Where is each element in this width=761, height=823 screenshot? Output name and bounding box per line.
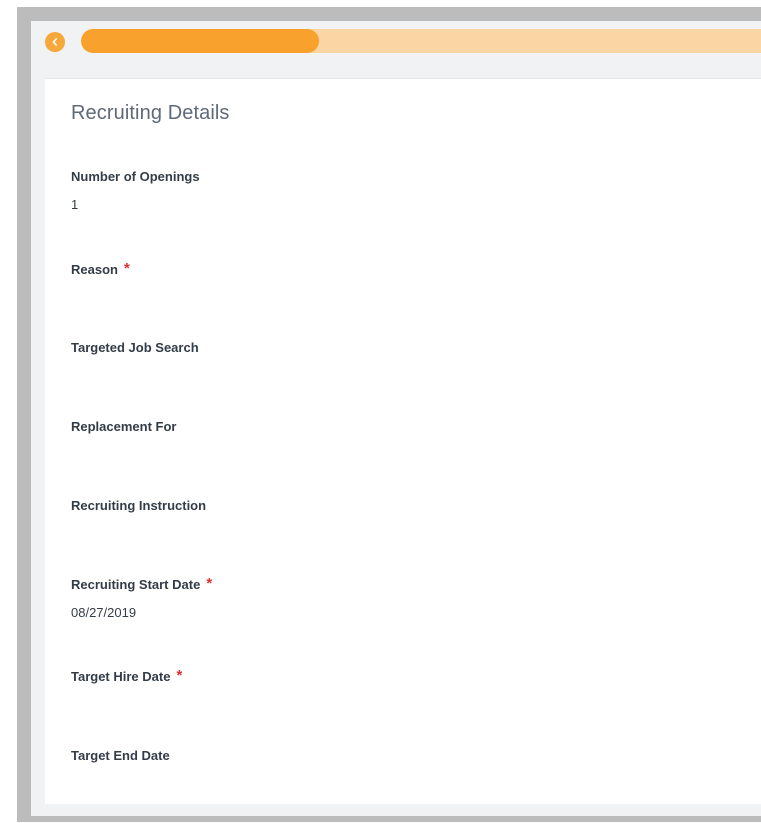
chevron-left-icon [52,38,57,46]
field-label: Reason * [71,260,130,277]
field-targeted-job-search: Targeted Job Search [71,340,199,355]
field-label-text: Number of Openings [71,169,200,184]
number-of-openings-value[interactable]: 1 [71,197,200,212]
field-label: Replacement For [71,419,176,434]
field-label: Target Hire Date * [71,667,183,684]
field-replacement-for: Replacement For [71,419,176,434]
field-target-hire-date: Target Hire Date * [71,667,183,684]
section-title: Recruiting Details [71,102,230,124]
recruiting-start-date-value[interactable]: 08/27/2019 [71,605,212,620]
task-window: Recruiting Details Number of Openings 1 … [31,21,761,816]
required-asterisk: * [206,575,213,592]
progress-header [31,21,761,75]
field-label: Recruiting Start Date * [71,575,213,592]
field-label: Targeted Job Search [71,340,199,355]
field-recruiting-start-date: Recruiting Start Date * 08/27/2019 [71,575,213,620]
progress-bar-fill [81,29,319,53]
field-label: Number of Openings [71,169,200,184]
field-label-text: Replacement For [71,419,177,434]
field-label-text: Target End Date [71,748,170,763]
required-asterisk: * [123,260,130,277]
field-label-text: Recruiting Instruction [71,498,207,513]
back-button[interactable] [45,32,65,52]
required-asterisk: * [176,667,183,684]
field-number-of-openings: Number of Openings 1 [71,169,200,212]
field-label-text: Recruiting Start Date [71,577,201,592]
field-recruiting-instruction: Recruiting Instruction [71,498,206,513]
field-label-text: Reason [71,262,118,277]
progress-bar [81,29,761,53]
field-target-end-date: Target End Date [71,748,170,763]
field-label: Recruiting Instruction [71,498,206,513]
recruiting-details-card: Recruiting Details Number of Openings 1 … [45,78,761,804]
field-reason: Reason * [71,260,130,277]
field-label: Target End Date [71,748,170,763]
field-label-text: Target Hire Date [71,669,171,684]
field-label-text: Targeted Job Search [71,340,199,355]
